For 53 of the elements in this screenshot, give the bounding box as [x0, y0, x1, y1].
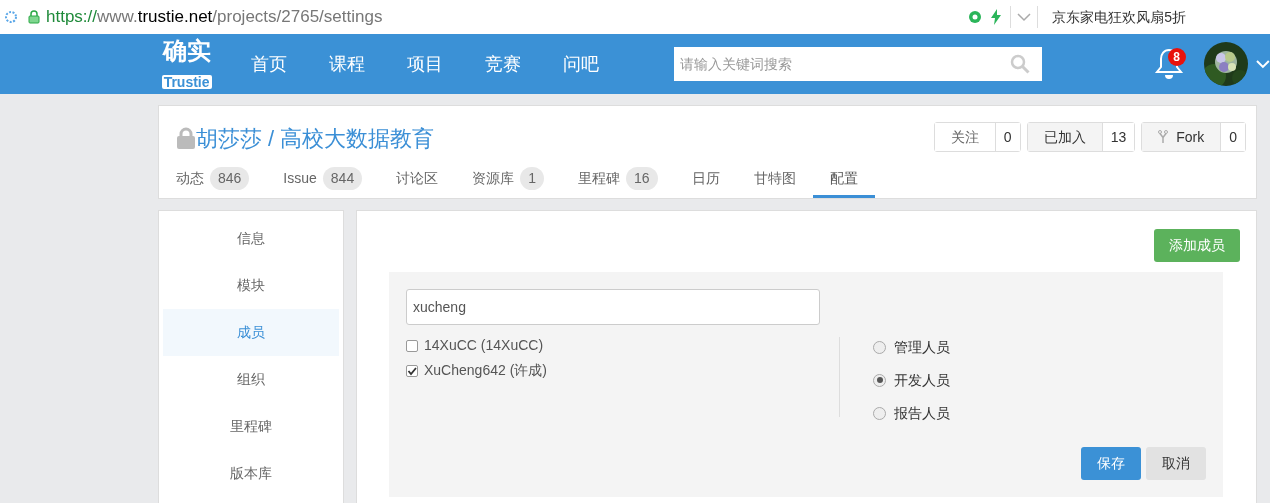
- radio-button[interactable]: [873, 373, 886, 387]
- role-label: 报告人员: [894, 403, 950, 423]
- action-button[interactable]: 关注: [934, 123, 996, 151]
- nav-link[interactable]: 竞赛: [485, 50, 522, 78]
- project-tab[interactable]: 讨论区: [379, 162, 456, 198]
- save-button[interactable]: 保存: [1081, 447, 1141, 480]
- action-button[interactable]: 已加入: [1027, 123, 1103, 151]
- nav-link[interactable]: 课程: [329, 50, 366, 78]
- project-tab[interactable]: Issue 844: [266, 162, 380, 198]
- project-tab[interactable]: 里程碑 16: [561, 162, 675, 198]
- settings-menu-item[interactable]: 版本库: [163, 450, 339, 497]
- shutter-icon[interactable]: [968, 10, 983, 24]
- lightning-icon[interactable]: [990, 9, 1003, 25]
- notification-badge: 8: [1167, 48, 1186, 66]
- check-icon: [407, 365, 417, 376]
- search-icon[interactable]: [1009, 54, 1030, 74]
- settings-menu-item[interactable]: 信息: [163, 215, 339, 262]
- project-title[interactable]: 胡莎莎 / 高校大数据教育: [196, 121, 435, 155]
- nav-link[interactable]: 问吧: [563, 50, 600, 78]
- count-badge: 846: [210, 167, 250, 190]
- nav-link[interactable]: 首页: [251, 50, 288, 78]
- project-tab[interactable]: 甘特图: [736, 162, 813, 198]
- count-badge: 16: [626, 167, 658, 190]
- nav-link[interactable]: 项目: [407, 50, 444, 78]
- action-button[interactable]: Fork: [1142, 123, 1222, 151]
- project-tab[interactable]: 资源库 1: [455, 162, 561, 198]
- settings-menu-item[interactable]: 组织: [163, 356, 339, 403]
- radio-button[interactable]: [873, 406, 886, 420]
- checkbox[interactable]: [406, 364, 418, 377]
- checkbox[interactable]: [406, 339, 418, 352]
- project-tab[interactable]: 日历: [674, 162, 737, 198]
- role-label: 管理人员: [894, 337, 950, 357]
- count-badge: 844: [322, 167, 363, 190]
- user-label: 14XuCC (14XuCC): [424, 336, 544, 355]
- chevron-down-icon[interactable]: [1017, 12, 1032, 22]
- cancel-button[interactable]: 取消: [1146, 447, 1206, 480]
- member-search-field[interactable]: xucheng: [406, 289, 820, 325]
- fork-icon: [1158, 130, 1169, 144]
- loading-icon: [4, 10, 18, 24]
- project-tab[interactable]: 动态 846: [159, 162, 267, 198]
- role-label: 开发人员: [894, 370, 950, 390]
- settings-menu-item[interactable]: 模块: [163, 262, 339, 309]
- radio-button[interactable]: [873, 340, 886, 354]
- logo[interactable]: 确实 Trustie: [158, 39, 216, 89]
- search-field[interactable]: 请输入关键词搜索: [674, 47, 1042, 81]
- settings-menu-item[interactable]: 成员: [163, 309, 339, 356]
- settings-menu-item[interactable]: 里程碑: [163, 403, 339, 450]
- url-text[interactable]: https://www.trustie.net/projects/2765/settings: [46, 4, 383, 30]
- count-badge: 1: [520, 167, 544, 190]
- user-label: XuCheng642 (许成): [424, 361, 547, 380]
- ad-text[interactable]: 京东家电狂欢风扇5折: [1052, 6, 1186, 28]
- project-tab[interactable]: 配置: [812, 162, 875, 198]
- lock-icon: [28, 10, 40, 24]
